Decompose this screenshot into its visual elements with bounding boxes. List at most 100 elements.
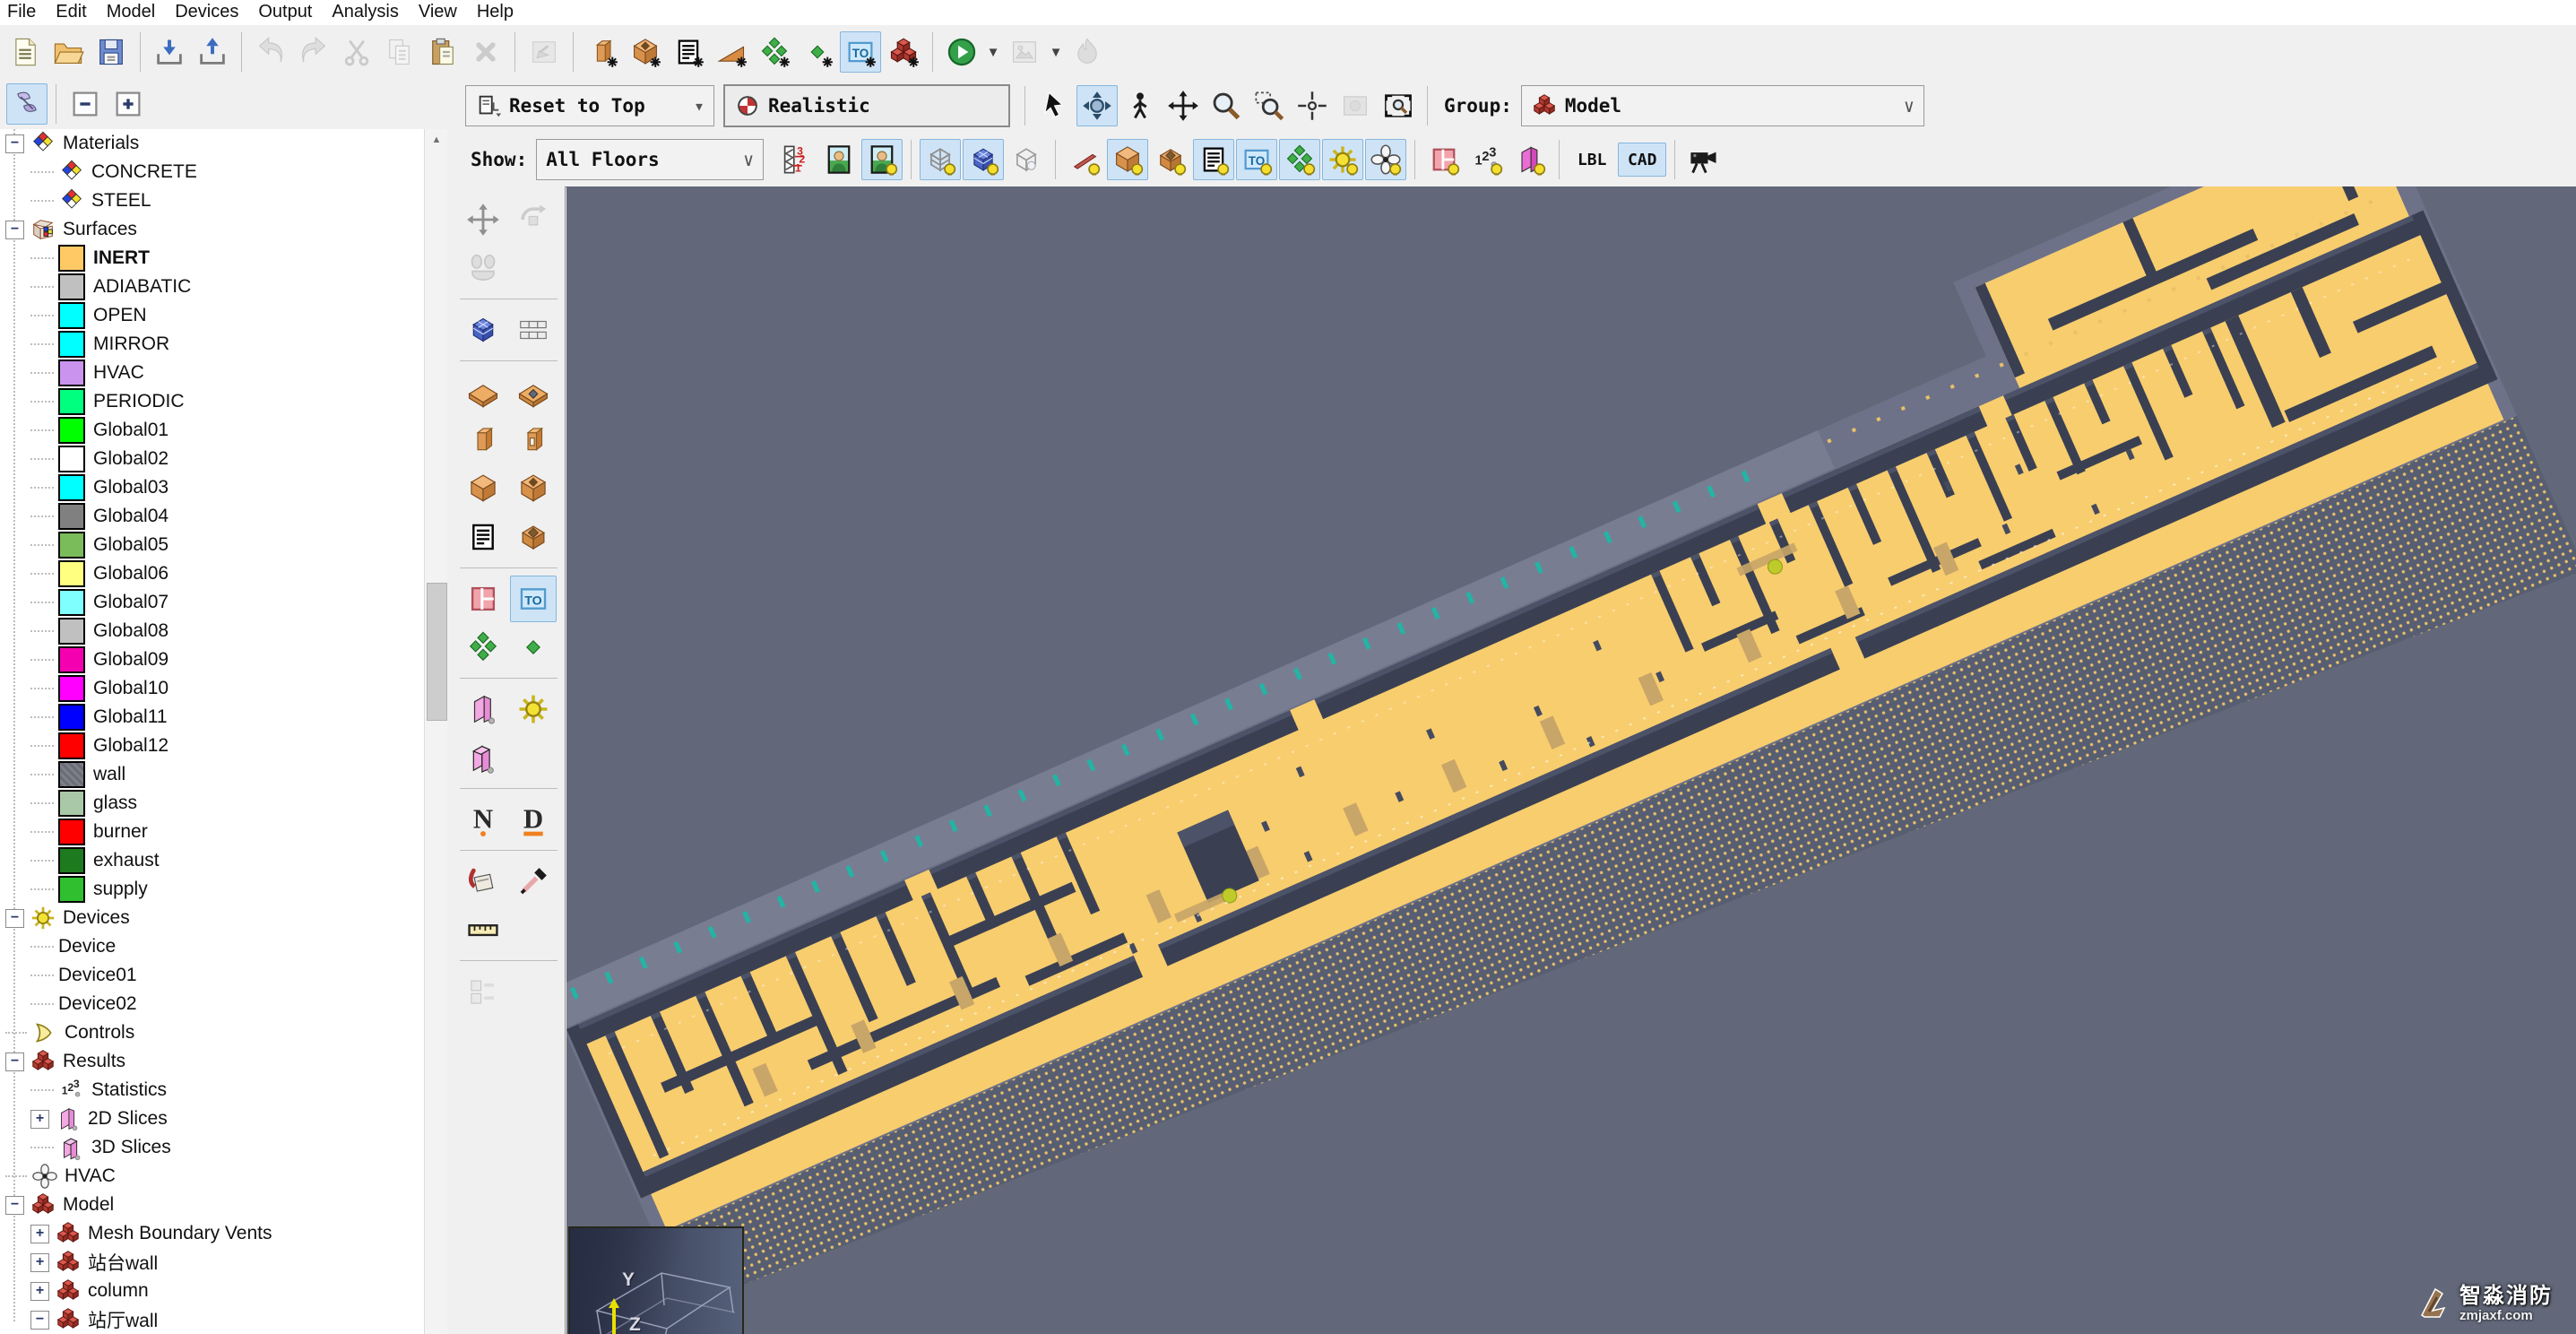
new-obstruction-button[interactable] <box>625 31 666 73</box>
new-block-hole-tool[interactable] <box>510 465 557 512</box>
show-3d-slices-button[interactable] <box>1509 139 1551 180</box>
new-slab-tool[interactable] <box>460 368 506 415</box>
import-button[interactable] <box>149 31 190 73</box>
run-dropdown[interactable]: ▼ <box>983 32 1003 72</box>
tree-item-open[interactable]: OPEN <box>0 301 424 330</box>
new-room-tool[interactable] <box>510 514 557 560</box>
floor-levels-button[interactable]: 321 <box>775 139 817 180</box>
tree-item-mesh-boundary-vents[interactable]: +Mesh Boundary Vents <box>0 1219 424 1248</box>
normal-mode-tool[interactable]: N <box>460 796 506 843</box>
new-2d-slice-tool[interactable] <box>460 686 506 732</box>
tree-expander[interactable]: + <box>30 1253 49 1272</box>
show-obstructions-button[interactable] <box>1107 139 1148 180</box>
measure-tool[interactable] <box>460 906 506 953</box>
scroll-up-icon[interactable]: ▲ <box>425 129 448 151</box>
mesh-rows-tool[interactable] <box>510 307 557 353</box>
tree-item-2d-slices[interactable]: +2D Slices <box>0 1104 424 1133</box>
show-mesh-wire-button[interactable] <box>920 139 961 180</box>
zoom-tool[interactable] <box>1206 85 1247 126</box>
show-mesh-outline-button[interactable] <box>1006 139 1047 180</box>
tree-item-periodic[interactable]: PERIODIC <box>0 387 424 416</box>
paste-button[interactable] <box>422 31 463 73</box>
show-vents-button[interactable] <box>1150 139 1191 180</box>
tree-item-device[interactable]: Device <box>0 932 424 961</box>
tree-item-column[interactable]: +column <box>0 1277 424 1305</box>
new-device-button[interactable] <box>797 31 838 73</box>
tree-item-hvac[interactable]: HVAC <box>0 1162 424 1191</box>
new-window-tool[interactable] <box>460 576 506 622</box>
lbl-toggle[interactable]: LBL <box>1568 143 1616 177</box>
tree-item-burner[interactable]: burner <box>0 818 424 846</box>
new-device-group-tool[interactable] <box>460 624 506 671</box>
tree-item-exhaust[interactable]: exhaust <box>0 846 424 875</box>
tree-item-materials[interactable]: −Materials <box>0 129 424 158</box>
tree-item-global10[interactable]: Global10 <box>0 674 424 703</box>
menu-file[interactable]: File <box>0 2 48 24</box>
show-sprinklers-button[interactable] <box>1322 139 1363 180</box>
tree-item-global04[interactable]: Global04 <box>0 502 424 531</box>
tree-item-global07[interactable]: Global07 <box>0 588 424 617</box>
tree-item-device02[interactable]: Device02 <box>0 990 424 1018</box>
zoom-selection-tool[interactable] <box>1378 85 1419 126</box>
reset-view-combo[interactable]: Reset to Top ▾ <box>465 85 714 126</box>
show-mesh-solid-button[interactable] <box>963 139 1004 180</box>
menu-edit[interactable]: Edit <box>48 2 99 24</box>
tree-item-surfaces[interactable]: −Surfaces <box>0 215 424 244</box>
menu-devices[interactable]: Devices <box>168 2 251 24</box>
new-slope-button[interactable] <box>711 31 752 73</box>
tree-item-wall[interactable]: wall <box>0 760 424 789</box>
cad-toggle[interactable]: CAD <box>1618 143 1666 177</box>
paint-tool[interactable] <box>460 858 506 905</box>
tree-item-global11[interactable]: Global11 <box>0 703 424 732</box>
select-tool[interactable] <box>1033 85 1075 126</box>
new-wall-hole-tool[interactable] <box>510 417 557 463</box>
scroll-thumb[interactable] <box>427 583 447 721</box>
pan-view-tool[interactable] <box>1163 85 1204 126</box>
new-device-group-button[interactable] <box>754 31 795 73</box>
orbit-tool[interactable] <box>1076 85 1118 126</box>
group-combo[interactable]: Model ∨ <box>1521 85 1924 126</box>
new-record-button[interactable] <box>668 31 709 73</box>
show-statistics-button[interactable]: 123 <box>1466 139 1508 180</box>
floors-combo[interactable]: All Floors ∨ <box>536 139 764 180</box>
tree-expander[interactable]: − <box>5 1196 24 1215</box>
tree-item-model[interactable]: −Model <box>0 1191 424 1219</box>
show-windows-button[interactable] <box>1423 139 1465 180</box>
tree-expander[interactable]: − <box>5 909 24 928</box>
menu-model[interactable]: Model <box>99 2 168 24</box>
new-file-button[interactable] <box>4 31 46 73</box>
tree-item-devices[interactable]: −Devices <box>0 904 424 932</box>
tree-item-3d-slices[interactable]: 3D Slices <box>0 1133 424 1162</box>
show-devices-button[interactable] <box>1279 139 1320 180</box>
menu-view[interactable]: View <box>411 2 470 24</box>
tree-item-adiabatic[interactable]: ADIABATIC <box>0 273 424 301</box>
tree-expander[interactable]: − <box>5 134 24 153</box>
roam-tool[interactable] <box>1119 85 1161 126</box>
tree-expander[interactable]: + <box>30 1282 49 1301</box>
tree-item-device01[interactable]: Device01 <box>0 961 424 990</box>
menu-analysis[interactable]: Analysis <box>324 2 411 24</box>
show-records-button[interactable] <box>1193 139 1234 180</box>
new-thermocouple-button[interactable]: TO <box>840 31 881 73</box>
menu-output[interactable]: Output <box>251 2 324 24</box>
new-thermocouple-tool[interactable]: TO <box>510 576 557 622</box>
export-button[interactable] <box>192 31 233 73</box>
tree-item-global06[interactable]: Global06 <box>0 559 424 588</box>
new-wall-button[interactable] <box>582 31 623 73</box>
tree-item-supply[interactable]: supply <box>0 875 424 904</box>
camera-button[interactable] <box>1683 139 1725 180</box>
show-hvac-button[interactable] <box>1365 139 1406 180</box>
tree-expander[interactable]: + <box>30 1225 49 1243</box>
plot-dropdown[interactable]: ▼ <box>1046 32 1066 72</box>
tree-item-global03[interactable]: Global03 <box>0 473 424 502</box>
tree-expander[interactable]: − <box>5 221 24 239</box>
tree-item-global02[interactable]: Global02 <box>0 445 424 473</box>
tree-item-concrete[interactable]: CONCRETE <box>0 158 424 186</box>
3d-viewport[interactable]: Y Z 智淼消防 zmjaxf.com <box>566 186 2576 1334</box>
show-person-button[interactable] <box>818 139 860 180</box>
tree-scrollbar[interactable]: ▲ <box>424 129 448 1334</box>
tree-item-global09[interactable]: Global09 <box>0 645 424 674</box>
tree-filter-button[interactable] <box>6 83 48 125</box>
show-person-lit-button[interactable] <box>861 139 903 180</box>
new-block-tool[interactable] <box>460 465 506 512</box>
